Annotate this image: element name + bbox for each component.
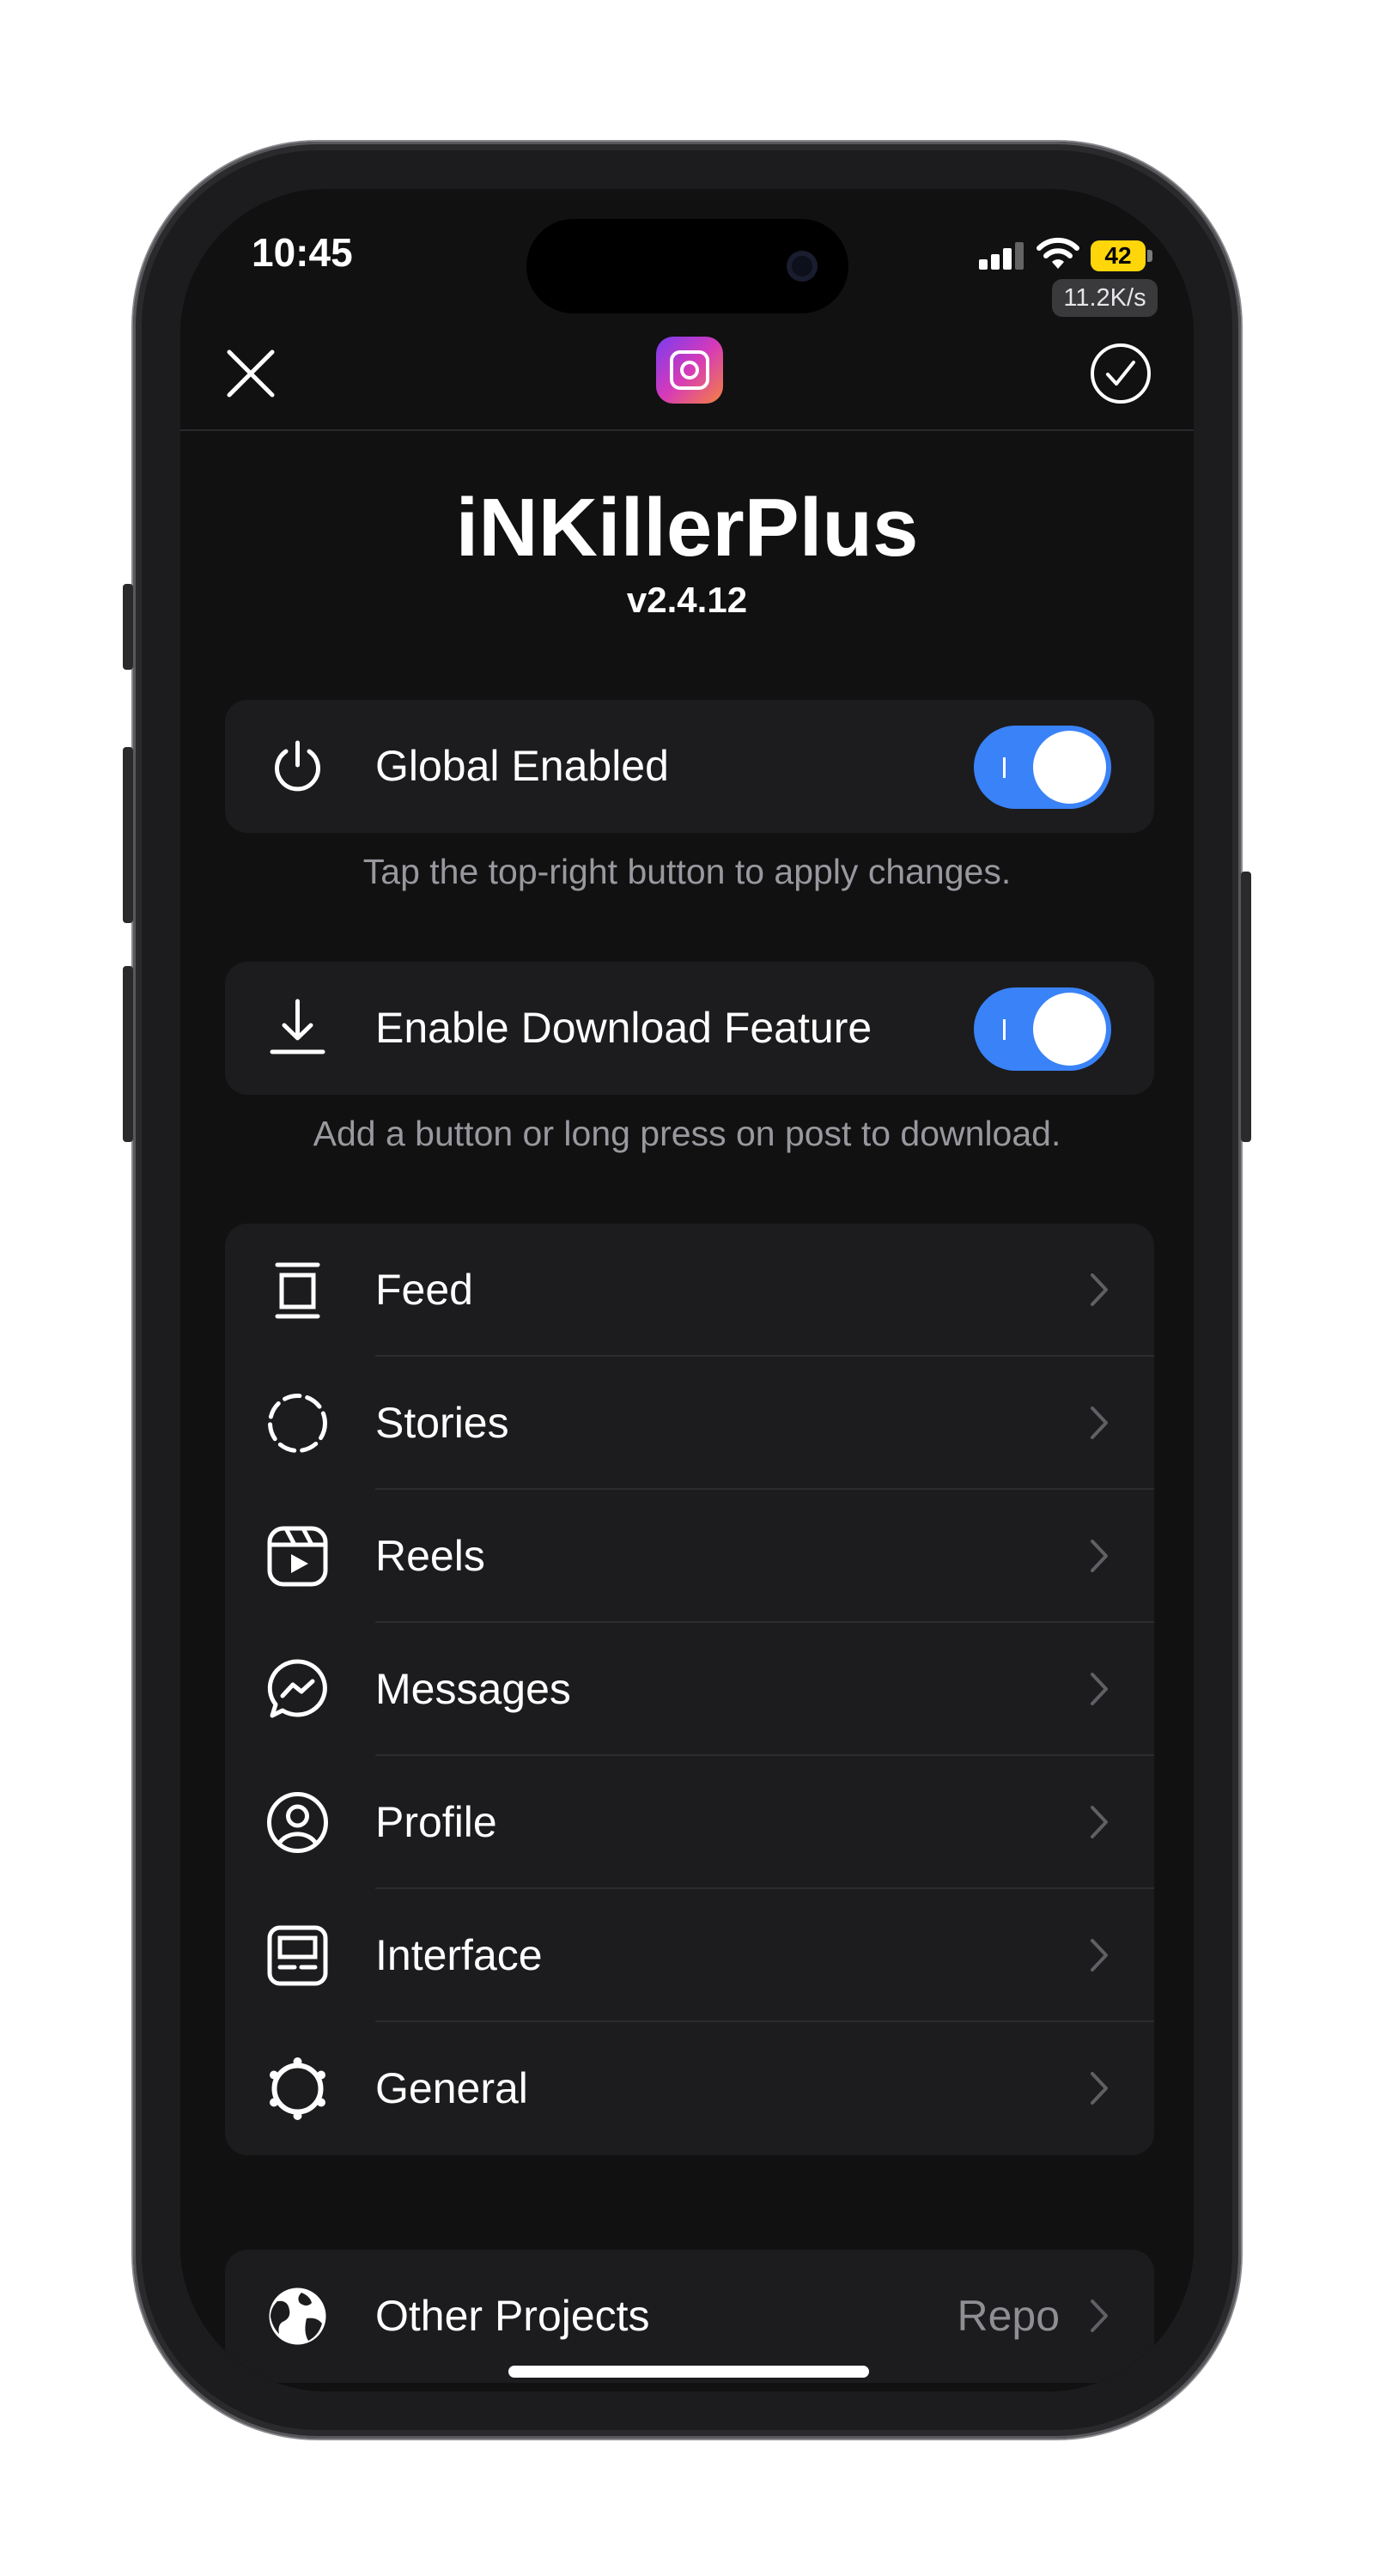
download-label: Enable Download Feature: [375, 1004, 872, 1052]
global-enabled-card: Global Enabled: [225, 700, 1154, 833]
global-footnote: Tap the top-right button to apply change…: [362, 852, 1012, 891]
action-button: [123, 584, 133, 670]
settings-page: 10:45 42 11.2K/s iNKillerPlus v2.4.12 Gl…: [180, 189, 1194, 2391]
chevron-right-icon: [1091, 1673, 1108, 1705]
wifi-icon: [1035, 236, 1081, 270]
chevron-right-icon: [1091, 2300, 1108, 2332]
close-icon: [227, 349, 275, 398]
nav-divider: [180, 429, 1194, 431]
profile-icon: [267, 1792, 328, 1853]
menu-item-profile[interactable]: Profile: [225, 1756, 1154, 1889]
download-toggle[interactable]: [974, 987, 1111, 1071]
battery-tip: [1147, 250, 1152, 262]
menu-item-label: Stories: [375, 1399, 509, 1447]
chevron-right-icon: [1091, 1273, 1108, 1306]
menu-item-label: Feed: [375, 1266, 473, 1314]
dynamic-island: [526, 219, 848, 313]
menu-item-label: Messages: [375, 1665, 571, 1713]
chevron-right-icon: [1091, 2072, 1108, 2105]
volume-down-button: [123, 966, 133, 1142]
settings-menu: Feed Stories Reels Messages Profile Inte…: [225, 1224, 1154, 2155]
page-title: iNKillerPlus: [455, 482, 919, 574]
reels-icon: [267, 1526, 328, 1587]
checkmark-circle-icon: [1091, 343, 1151, 404]
menu-item-label: General: [375, 2064, 528, 2112]
menu-item-interface[interactable]: Interface: [225, 1889, 1154, 2022]
network-speed-badge: 11.2K/s: [1052, 279, 1158, 317]
global-enabled-row: Global Enabled: [225, 700, 1154, 833]
interface-icon: [267, 1925, 328, 1986]
chevron-right-icon: [1091, 1806, 1108, 1838]
download-card: Enable Download Feature: [225, 962, 1154, 1095]
other-projects-card: Other Projects Repo: [225, 2250, 1154, 2383]
global-enabled-toggle[interactable]: [974, 726, 1111, 809]
menu-item-general[interactable]: General: [225, 2022, 1154, 2155]
version-label: v2.4.12: [626, 580, 748, 620]
cellular-signal-icon: [979, 242, 1025, 270]
other-projects-label: Other Projects: [375, 2292, 650, 2340]
close-button[interactable]: [221, 343, 281, 404]
phone-screen: 10:45 42 11.2K/s iNKillerPlus v2.4.12 Gl…: [180, 189, 1194, 2391]
chevron-right-icon: [1091, 1939, 1108, 1971]
home-indicator[interactable]: [508, 2366, 869, 2378]
download-row: Enable Download Feature: [225, 962, 1154, 1095]
stories-icon: [268, 1394, 327, 1453]
status-time: 10:45: [252, 230, 353, 275]
battery-indicator: 42: [1091, 240, 1146, 271]
other-projects-detail: Repo: [957, 2292, 1060, 2340]
menu-item-label: Profile: [375, 1798, 497, 1846]
other-projects-row[interactable]: Other Projects Repo: [225, 2250, 1154, 2383]
camera-icon: [787, 251, 818, 282]
feed-icon: [275, 1262, 320, 1319]
apply-button[interactable]: [1089, 342, 1152, 405]
menu-item-label: Interface: [375, 1931, 543, 1979]
global-enabled-label: Global Enabled: [375, 742, 669, 790]
menu-item-feed[interactable]: Feed: [225, 1224, 1154, 1357]
power-icon: [275, 740, 320, 792]
messenger-icon: [267, 1659, 327, 1718]
menu-item-reels[interactable]: Reels: [225, 1490, 1154, 1623]
side-button: [1241, 872, 1251, 1142]
volume-up-button: [123, 747, 133, 923]
gear-icon: [270, 2057, 325, 2120]
download-footnote: Add a button or long press on post to do…: [313, 1114, 1061, 1153]
menu-item-label: Reels: [375, 1532, 485, 1580]
app-icon: [656, 337, 723, 404]
globe-icon: [269, 2287, 326, 2345]
download-icon: [270, 999, 325, 1054]
chevron-right-icon: [1091, 1406, 1108, 1439]
menu-item-stories[interactable]: Stories: [225, 1357, 1154, 1490]
menu-item-messages[interactable]: Messages: [225, 1623, 1154, 1756]
chevron-right-icon: [1091, 1540, 1108, 1572]
